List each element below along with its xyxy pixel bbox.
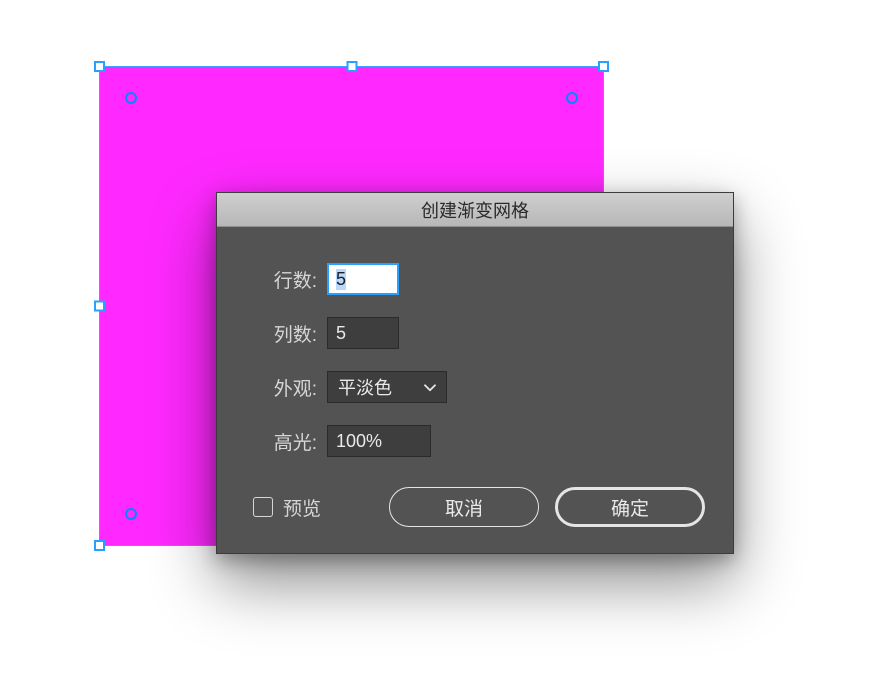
appearance-label: 外观: bbox=[253, 374, 317, 401]
selection-handle-middle-left[interactable] bbox=[94, 301, 105, 312]
ok-button-label: 确定 bbox=[611, 499, 649, 520]
cancel-button[interactable]: 取消 bbox=[389, 487, 539, 527]
cols-field-row: 列数: bbox=[253, 317, 705, 349]
rows-input[interactable] bbox=[327, 263, 399, 295]
selection-handle-top-middle[interactable] bbox=[346, 61, 357, 72]
highlight-field-row: 高光: bbox=[253, 425, 705, 457]
highlight-label: 高光: bbox=[253, 428, 317, 455]
preview-label: 预览 bbox=[283, 494, 321, 521]
dialog-title: 创建渐变网格 bbox=[421, 197, 529, 223]
appearance-selected-value: 平淡色 bbox=[338, 374, 392, 400]
cancel-button-label: 取消 bbox=[445, 499, 483, 520]
dialog-footer: 预览 取消 确定 bbox=[253, 487, 705, 527]
appearance-select[interactable]: 平淡色 bbox=[327, 371, 447, 403]
mesh-anchor-top-right[interactable] bbox=[566, 92, 578, 104]
dialog-titlebar[interactable]: 创建渐变网格 bbox=[217, 193, 733, 227]
chevron-down-icon bbox=[424, 384, 436, 392]
highlight-input[interactable] bbox=[327, 425, 431, 457]
ok-button[interactable]: 确定 bbox=[555, 487, 705, 527]
cols-input[interactable] bbox=[327, 317, 399, 349]
preview-checkbox[interactable]: 预览 bbox=[253, 494, 321, 521]
checkbox-box-icon bbox=[253, 497, 273, 517]
appearance-field-row: 外观: 平淡色 bbox=[253, 371, 705, 403]
mesh-anchor-top-left[interactable] bbox=[125, 92, 137, 104]
cols-label: 列数: bbox=[253, 320, 317, 347]
selection-handle-bottom-left[interactable] bbox=[94, 540, 105, 551]
dialog-body: 行数: 列数: 外观: 平淡色 高光: 预览 bbox=[217, 227, 733, 553]
selection-handle-top-right[interactable] bbox=[598, 61, 609, 72]
selection-handle-top-left[interactable] bbox=[94, 61, 105, 72]
create-gradient-mesh-dialog: 创建渐变网格 行数: 列数: 外观: 平淡色 高光: bbox=[216, 192, 734, 554]
mesh-anchor-bottom-left[interactable] bbox=[125, 508, 137, 520]
rows-label: 行数: bbox=[253, 266, 317, 293]
rows-field-row: 行数: bbox=[253, 263, 705, 295]
